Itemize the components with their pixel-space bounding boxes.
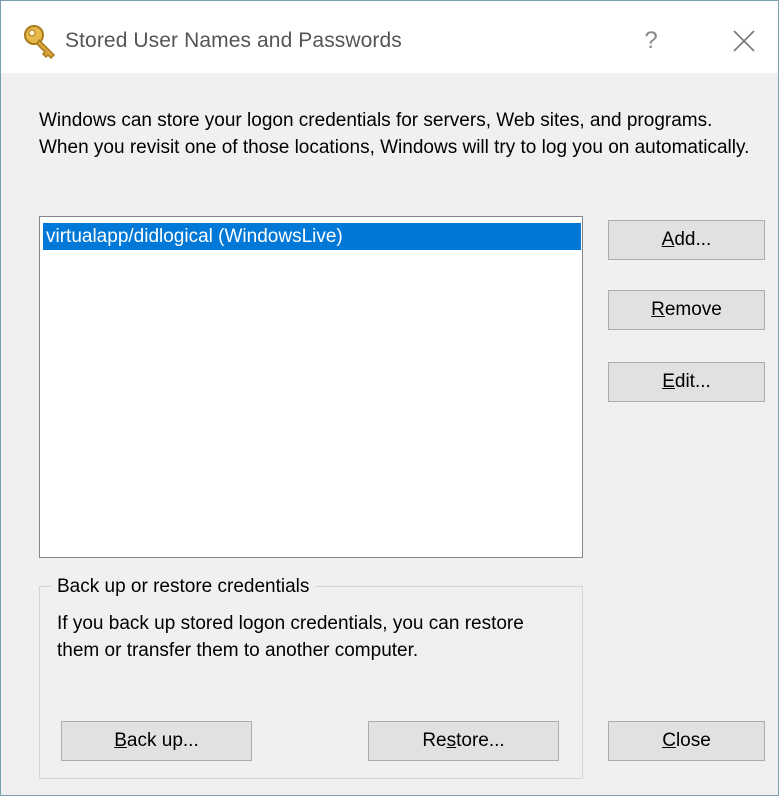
backup-button[interactable]: Back up... (61, 721, 252, 761)
credentials-list[interactable]: virtualapp/didlogical (WindowsLive) (39, 216, 583, 558)
help-button[interactable]: ? (629, 21, 673, 61)
title-bar[interactable]: Stored User Names and Passwords ? (1, 1, 778, 73)
key-icon (21, 23, 61, 63)
restore-button[interactable]: Restore... (368, 721, 559, 761)
close-button[interactable]: Close (608, 721, 765, 761)
remove-button[interactable]: Remove (608, 290, 765, 330)
backup-group-text: If you back up stored logon credentials,… (57, 613, 524, 661)
credentials-dialog: Stored User Names and Passwords ? Window… (0, 0, 779, 796)
edit-button[interactable]: Edit... (608, 362, 765, 402)
backup-group-legend: Back up or restore credentials (51, 575, 316, 599)
add-button[interactable]: Add... (608, 220, 765, 260)
close-icon[interactable] (721, 21, 765, 61)
description-text: Windows can store your logon credentials… (39, 110, 750, 158)
list-item[interactable]: virtualapp/didlogical (WindowsLive) (43, 223, 581, 250)
window-title: Stored User Names and Passwords (65, 29, 402, 52)
